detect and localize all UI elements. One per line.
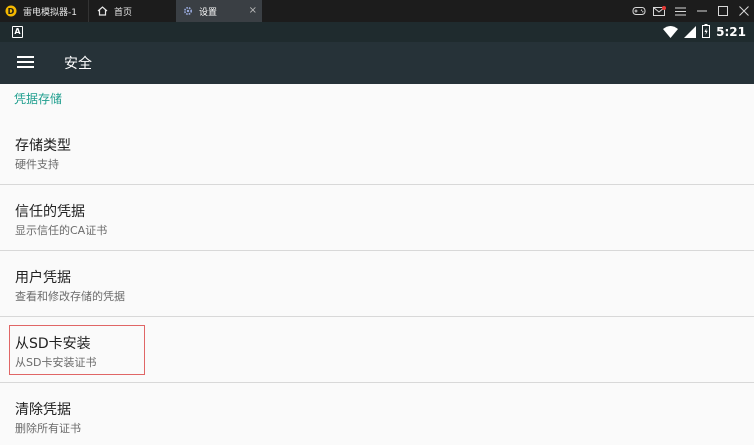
maximize-icon[interactable] <box>712 0 733 22</box>
gamepad-icon[interactable] <box>628 0 649 22</box>
pref-title: 清除凭据 <box>15 402 71 418</box>
statusbar-indicators: 5:21 <box>663 22 746 42</box>
gear-icon <box>183 6 193 16</box>
page-title: 安全 <box>64 56 92 72</box>
app-name-tab[interactable]: D 雷电模拟器-1 <box>0 0 88 22</box>
battery-icon <box>702 23 711 42</box>
wifi-icon <box>663 23 679 42</box>
tab-close-icon[interactable]: × <box>249 4 257 18</box>
pref-install-from-sd[interactable]: 从SD卡安装 从SD卡安装证书 <box>0 317 754 382</box>
pref-user-credentials[interactable]: 用户凭据 查看和修改存储的凭据 <box>0 251 754 316</box>
category-header: 凭据存储 <box>14 92 63 106</box>
action-bar: 安全 <box>0 42 754 84</box>
pref-trusted-credentials[interactable]: 信任的凭据 显示信任的CA证书 <box>0 185 754 250</box>
minimize-icon[interactable] <box>691 0 712 22</box>
close-icon[interactable] <box>733 0 754 22</box>
notification-badge: A <box>12 26 23 38</box>
tab-settings-label: 设置 <box>199 7 218 18</box>
emulator-titlebar: D 雷电模拟器-1 首页 设置 × <box>0 0 754 22</box>
svg-text:D: D <box>8 7 15 16</box>
pref-title: 信任的凭据 <box>15 204 85 220</box>
pref-storage-type[interactable]: 存储类型 硬件支持 <box>0 119 754 184</box>
app-name-label: 雷电模拟器-1 <box>23 7 77 18</box>
tab-home[interactable]: 首页 <box>88 0 174 22</box>
window-controls <box>628 0 754 22</box>
android-statusbar: A 5:21 <box>0 22 754 42</box>
pref-title: 用户凭据 <box>15 270 71 286</box>
tab-home-label: 首页 <box>114 7 133 18</box>
pref-summary: 删除所有证书 <box>15 422 81 435</box>
pref-summary: 显示信任的CA证书 <box>15 224 108 237</box>
pref-summary: 查看和修改存储的凭据 <box>15 290 125 303</box>
mail-icon[interactable] <box>649 0 670 22</box>
home-icon <box>97 6 108 16</box>
cell-signal-icon <box>684 23 697 42</box>
pref-summary: 从SD卡安装证书 <box>15 356 97 369</box>
settings-list: 凭据存储 存储类型 硬件支持 信任的凭据 显示信任的CA证书 用户凭据 查看和修… <box>0 84 754 445</box>
status-time: 5:21 <box>716 25 746 39</box>
pref-summary: 硬件支持 <box>15 158 59 171</box>
pref-title: 存储类型 <box>15 138 71 154</box>
ldplayer-logo-icon: D <box>5 5 17 17</box>
hamburger-menu-icon[interactable] <box>17 56 34 69</box>
menu-icon[interactable] <box>670 0 691 22</box>
emulator-window: D 雷电模拟器-1 首页 设置 × A 5:21 安全 凭据存储 存储类型 硬件… <box>0 0 754 445</box>
pref-clear-credentials[interactable]: 清除凭据 删除所有证书 <box>0 383 754 445</box>
pref-title: 从SD卡安装 <box>15 336 91 352</box>
tab-settings[interactable]: 设置 × <box>176 0 262 22</box>
